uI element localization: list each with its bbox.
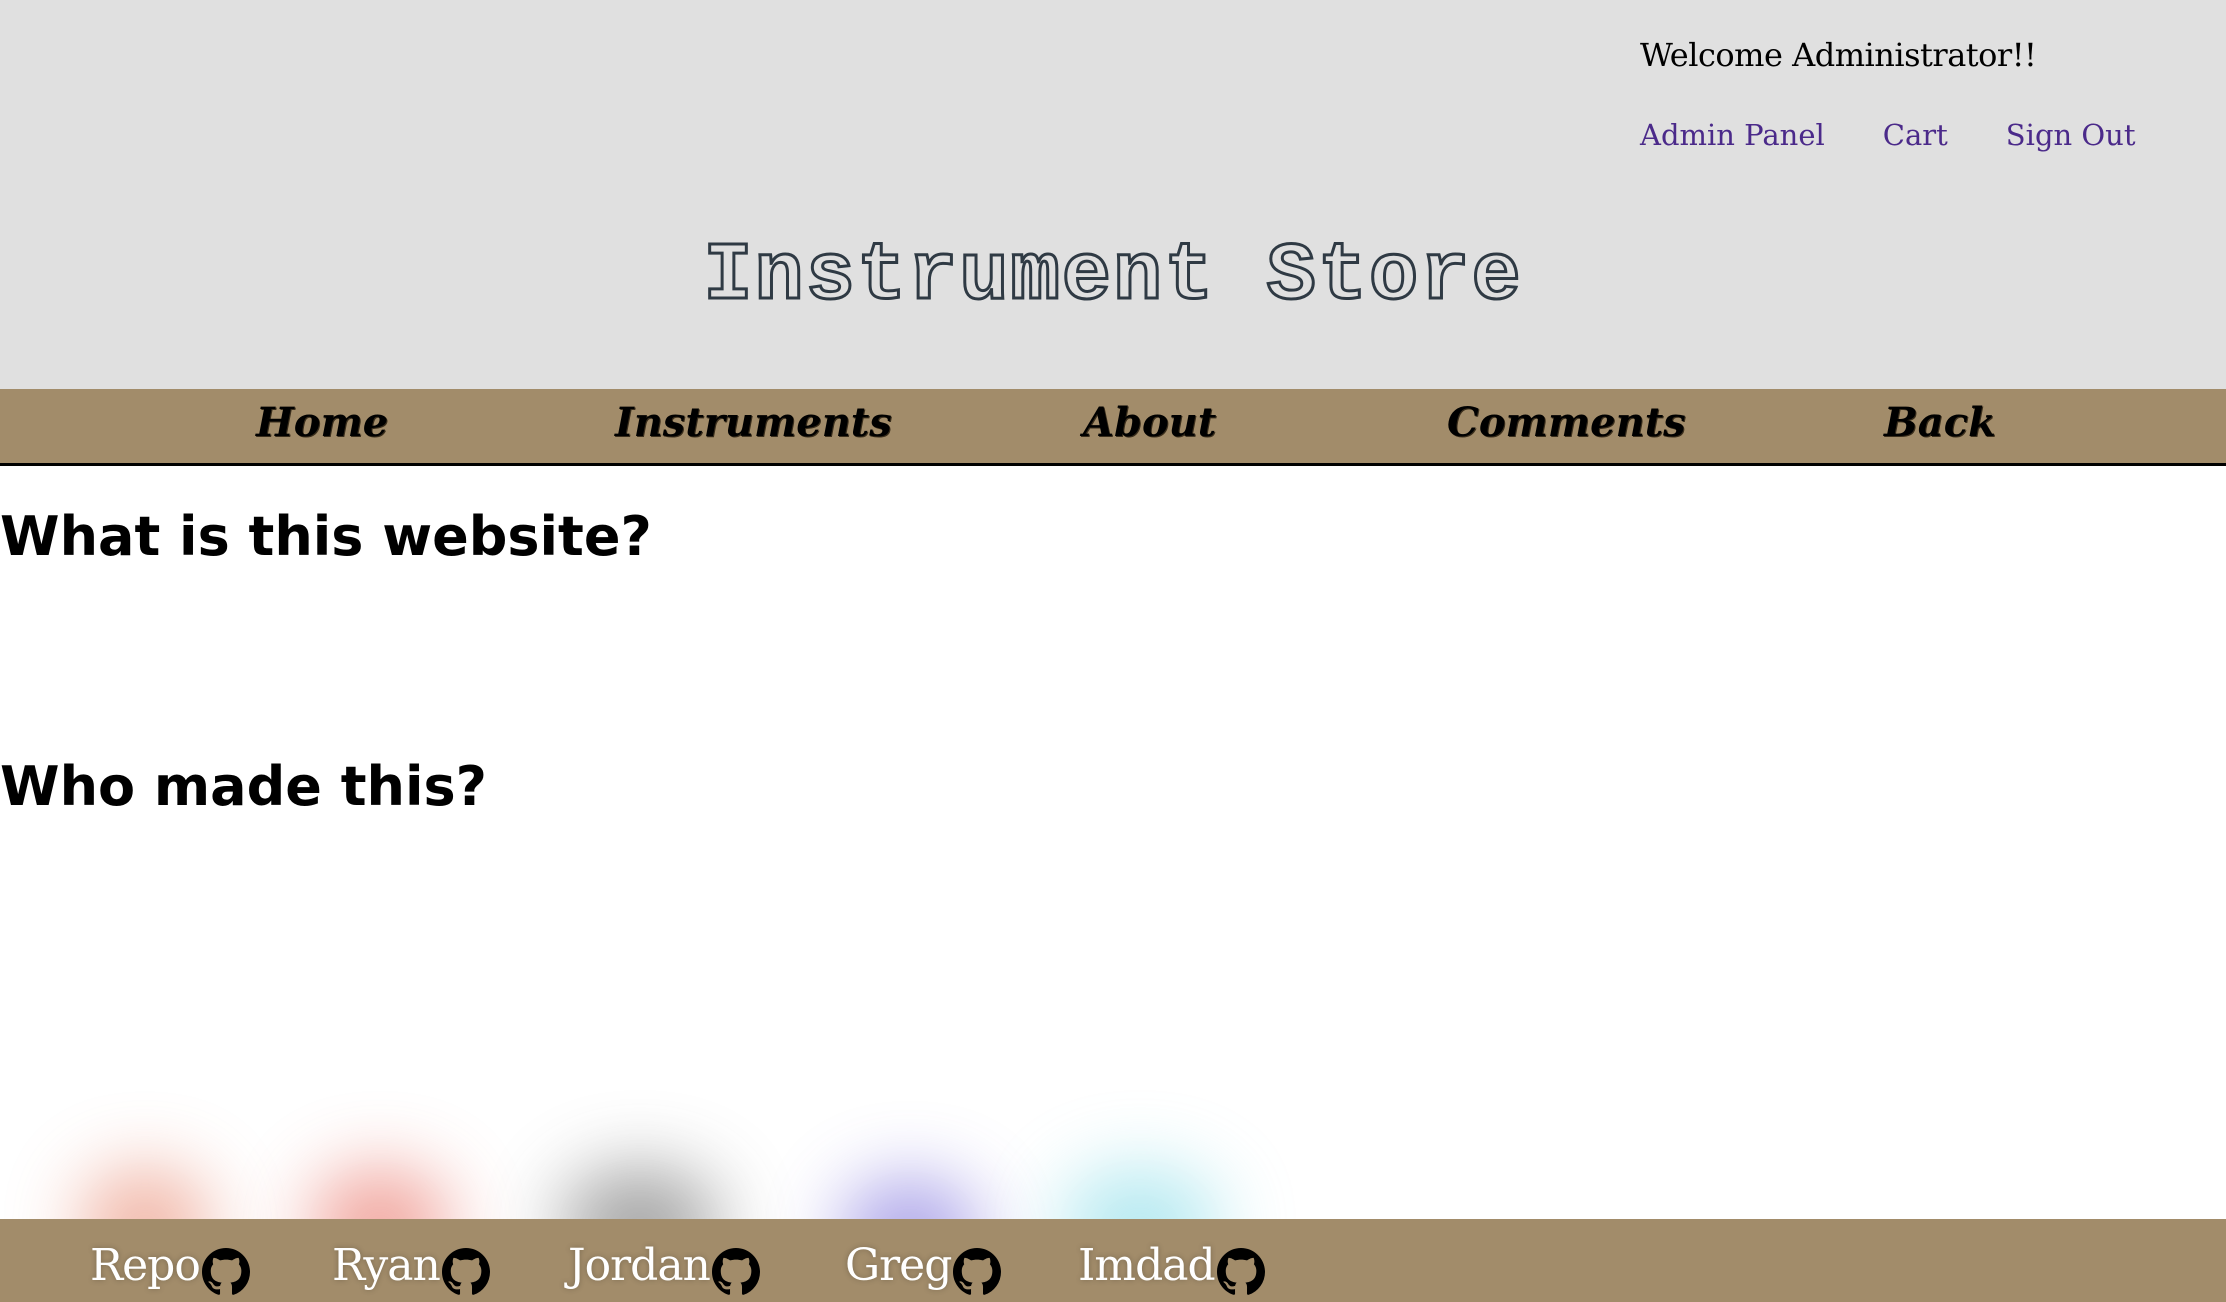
imdad-link[interactable]: Imdad [1078, 1234, 1265, 1296]
nav-instruments[interactable]: Instruments [615, 399, 892, 446]
github-icon [953, 1248, 1002, 1295]
sign-out-link[interactable]: Sign Out [2006, 118, 2136, 152]
site-title: Instrument Store [702, 229, 1523, 325]
github-icon [441, 1248, 490, 1295]
github-icon [201, 1248, 250, 1295]
imdad-label: Imdad [1078, 1239, 1216, 1291]
ryan-label: Ryan [332, 1239, 441, 1291]
github-icon [711, 1248, 760, 1295]
ryan-link[interactable]: Ryan [332, 1234, 490, 1296]
cart-link[interactable]: Cart [1883, 118, 1948, 152]
admin-panel-link[interactable]: Admin Panel [1640, 118, 1825, 152]
nav-home[interactable]: Home [256, 399, 388, 446]
jordan-link[interactable]: Jordan [568, 1234, 760, 1296]
about-heading: What is this website? [0, 505, 652, 568]
github-icon [1216, 1248, 1265, 1295]
welcome-message: Welcome Administrator!! [1640, 36, 2037, 74]
greg-label: Greg [845, 1239, 952, 1291]
nav-back[interactable]: Back [1884, 399, 1996, 446]
nav-comments[interactable]: Comments [1447, 399, 1686, 446]
main-nav: Home Instruments About Comments Back [0, 389, 2226, 466]
header: Welcome Administrator!! Admin Panel Cart… [0, 0, 2226, 389]
user-links: Admin Panel Cart Sign Out [1640, 118, 2136, 152]
nav-about[interactable]: About [1083, 399, 1216, 446]
greg-link[interactable]: Greg [845, 1234, 1002, 1296]
repo-link[interactable]: Repo [90, 1234, 250, 1296]
jordan-label: Jordan [568, 1239, 711, 1291]
creators-heading: Who made this? [0, 755, 487, 818]
repo-label: Repo [90, 1239, 201, 1291]
